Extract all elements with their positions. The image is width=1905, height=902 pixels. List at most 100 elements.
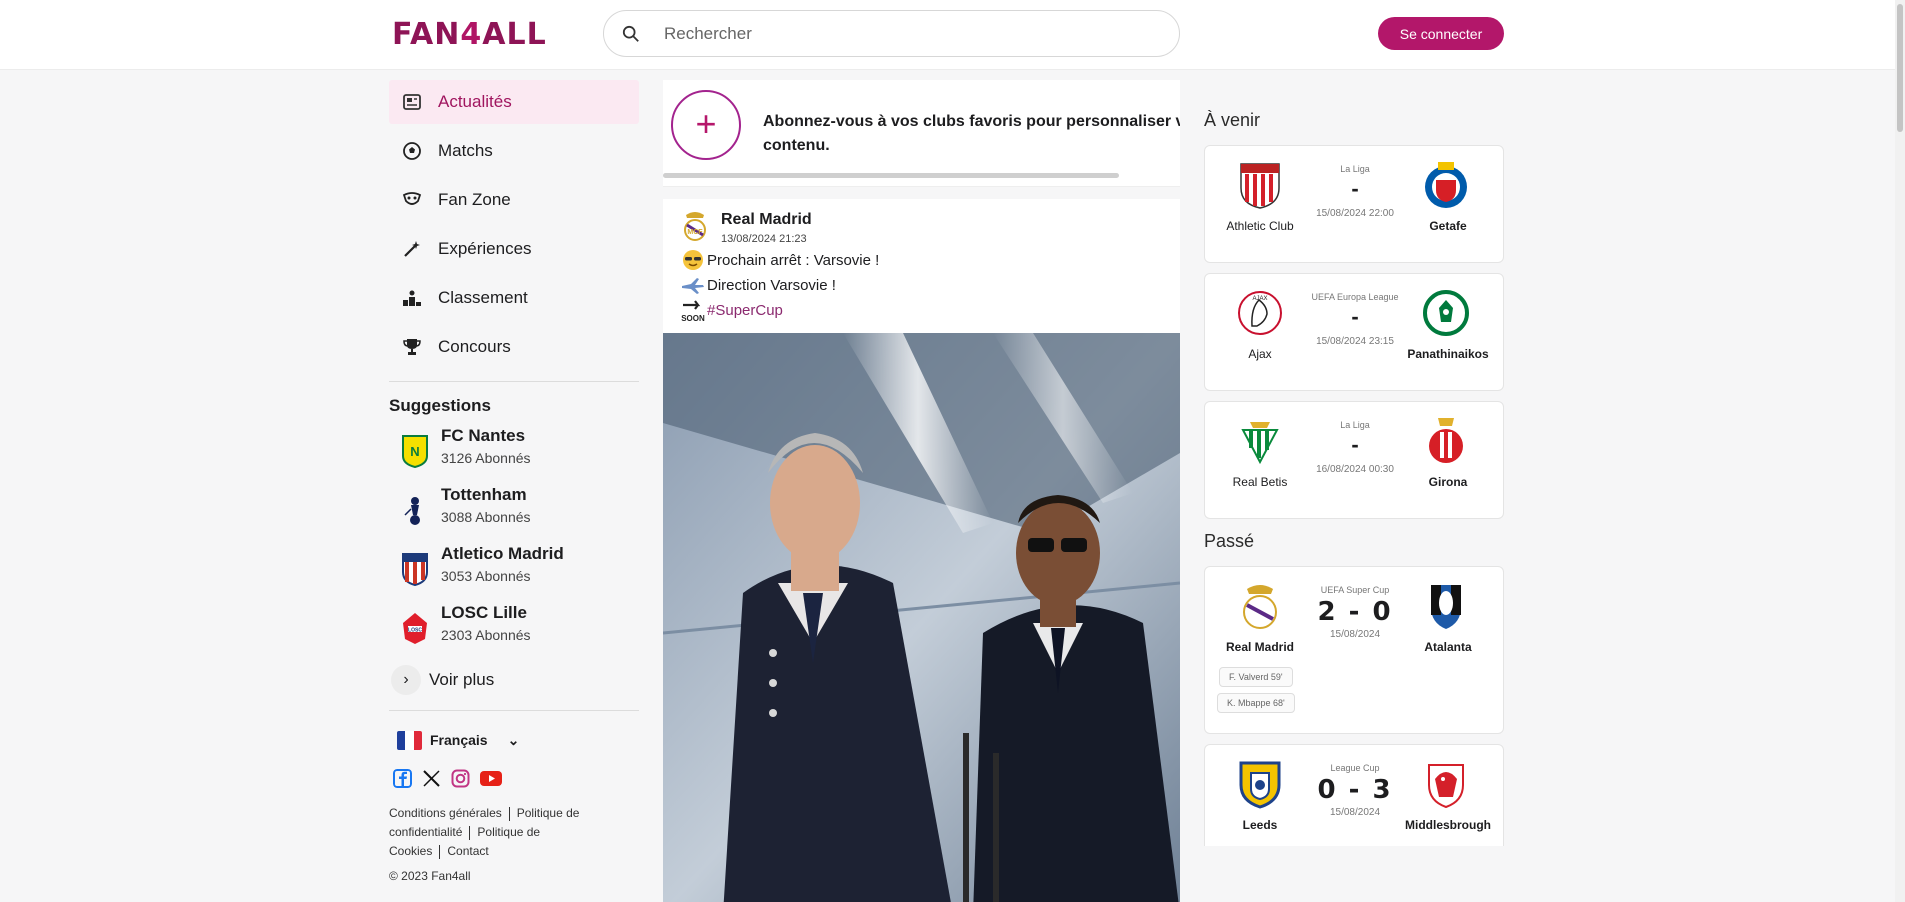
atalanta-crest-icon (1431, 585, 1461, 629)
suggestion-item[interactable]: N FC Nantes 3126 Abonnés (389, 424, 639, 483)
post-photo-illustration (663, 333, 1180, 902)
match-card[interactable]: AJAX Ajax UEFA Europa League - 15/08/202… (1204, 273, 1504, 391)
leeds-crest-icon (1239, 761, 1281, 809)
nav-item-concours[interactable]: Concours (389, 325, 639, 369)
x-twitter-icon[interactable] (422, 769, 441, 788)
away-team: Panathinaikos (1407, 347, 1489, 361)
match-card[interactable]: Athletic Club La Liga - 15/08/2024 22:00… (1204, 145, 1504, 263)
nav-item-matchs[interactable]: Matchs (389, 129, 639, 173)
match-date: 15/08/2024 23:15 (1316, 336, 1394, 347)
match-date: 15/08/2024 (1329, 807, 1381, 818)
suggestion-subscribers: 2303 Abonnés (441, 627, 531, 643)
login-button[interactable]: Se connecter (1378, 17, 1504, 50)
home-team: Leeds (1242, 818, 1278, 832)
facebook-icon[interactable] (393, 769, 412, 788)
scrollbar-thumb[interactable] (1897, 4, 1903, 132)
athletic-club-crest-icon (1240, 163, 1280, 209)
suggestion-item[interactable]: LOSC LOSC Lille 2303 Abonnés (389, 601, 639, 660)
airplane-emoji-icon (682, 278, 704, 294)
instagram-icon[interactable] (451, 769, 470, 788)
match-date: 15/08/2024 (1329, 629, 1381, 640)
see-more-link[interactable]: › Voir plus (389, 660, 639, 700)
nav-item-classement[interactable]: Classement (389, 276, 639, 320)
add-club-button[interactable]: + (671, 90, 741, 160)
suggestion-name: Tottenham (441, 485, 527, 504)
sunglasses-emoji-icon (683, 250, 703, 270)
suggestion-subscribers: 3053 Abonnés (441, 568, 531, 584)
away-team: Atalanta (1424, 640, 1472, 654)
fan4all-logo[interactable]: Fan4all (392, 17, 547, 52)
nav-item-actualites[interactable]: Actualités (389, 80, 639, 124)
nav-item-experiences[interactable]: Expériences (389, 227, 639, 271)
divider (389, 381, 639, 382)
post-date: 13/08/2024 21:23 (721, 233, 807, 245)
suggestions-title: Suggestions (389, 396, 492, 415)
match-card[interactable]: Real Betis La Liga - 16/08/2024 00:30 Gi… (1204, 401, 1504, 519)
divider (389, 710, 639, 711)
post-card: MCF Real Madrid 13/08/2024 21:23 Prochai… (663, 199, 1180, 902)
match-date: 15/08/2024 22:00 (1316, 208, 1394, 219)
trophy-icon (403, 339, 421, 355)
competition: La Liga (1340, 164, 1370, 174)
score: - (1351, 304, 1359, 329)
contact-link[interactable]: Contact (447, 844, 488, 858)
away-team: Middlesbrough (1405, 818, 1491, 832)
search-icon (622, 25, 639, 42)
fc-nantes-crest-icon: N (402, 435, 428, 468)
competition: La Liga (1340, 420, 1370, 430)
fan-zone-icon (402, 192, 422, 205)
suggestion-name: LOSC Lille (441, 603, 527, 622)
social-links (389, 769, 639, 788)
france-flag-icon (397, 730, 422, 750)
terms-link[interactable]: Conditions générales (389, 806, 502, 820)
svg-text:N: N (410, 444, 419, 459)
suggestion-item[interactable]: Atletico Madrid 3053 Abonnés (389, 542, 639, 601)
cookies-link-part2[interactable]: Cookies (389, 844, 432, 858)
privacy-link-part2[interactable]: confidentialité (389, 825, 462, 839)
post-photo[interactable] (663, 333, 1180, 902)
top-bar: Fan4all Se connecter (0, 0, 1905, 70)
soon-arrow-emoji-icon: SOON (681, 300, 705, 323)
search-input[interactable] (664, 19, 1164, 49)
match-card[interactable]: Leeds League Cup 0 - 3 15/08/2024 Middle… (1204, 744, 1504, 846)
getafe-crest-icon (1425, 162, 1467, 208)
svg-text:AJAX: AJAX (1252, 296, 1267, 302)
page-scrollbar[interactable] (1895, 0, 1905, 902)
search-box[interactable] (603, 10, 1180, 57)
chevron-down-icon: ⌄ (507, 731, 520, 748)
legal-links: Conditions générales Politique de confide… (389, 804, 639, 861)
post-author[interactable]: Real Madrid (721, 211, 812, 229)
news-feed: + Abonnez-vous à vos clubs favoris pour … (663, 80, 1180, 902)
competition: UEFA Super Cup (1320, 585, 1390, 595)
suggestion-item[interactable]: Tottenham 3088 Abonnés (389, 483, 639, 542)
score: 0 - 3 (1317, 775, 1393, 805)
svg-text:MCF: MCF (687, 229, 703, 236)
horizontal-scrollbar[interactable] (663, 173, 1119, 178)
home-team: Athletic Club (1226, 219, 1294, 233)
home-team: Real Madrid (1225, 640, 1294, 654)
losc-lille-crest-icon: LOSC (403, 613, 427, 644)
privacy-link-part1[interactable]: Politique de (517, 806, 580, 820)
post-line: Direction Varsovie ! (681, 274, 836, 296)
svg-text:LOSC: LOSC (408, 628, 422, 634)
away-team: Girona (1428, 475, 1468, 489)
podium-icon (403, 290, 421, 306)
atletico-madrid-crest-icon (402, 553, 428, 586)
hashtag-link[interactable]: #SuperCup (707, 302, 783, 319)
ajax-crest-icon: AJAX (1238, 291, 1282, 335)
away-team: Getafe (1429, 219, 1467, 233)
past-title: Passé (1204, 531, 1255, 551)
cookies-link-part1[interactable]: Politique de (477, 825, 540, 839)
youtube-icon[interactable] (480, 769, 502, 788)
suggestion-subscribers: 3088 Abonnés (441, 509, 531, 525)
nav-item-fan-zone[interactable]: Fan Zone (389, 178, 639, 222)
match-card[interactable]: Real Madrid UEFA Super Cup 2 - 0 15/08/2… (1204, 566, 1504, 734)
subscribe-card: + Abonnez-vous à vos clubs favoris pour … (663, 80, 1180, 187)
scorer-chip: F. Valverd 59' (1219, 667, 1293, 687)
language-selector[interactable]: Français ⌄ (389, 725, 639, 755)
home-team: Real Betis (1232, 475, 1288, 489)
post-line: Prochain arrêt : Varsovie ! (681, 249, 879, 271)
competition: UEFA Europa League (1311, 292, 1399, 302)
suggestion-name: Atletico Madrid (441, 544, 564, 563)
copyright: © 2023 Fan4all (389, 869, 471, 883)
